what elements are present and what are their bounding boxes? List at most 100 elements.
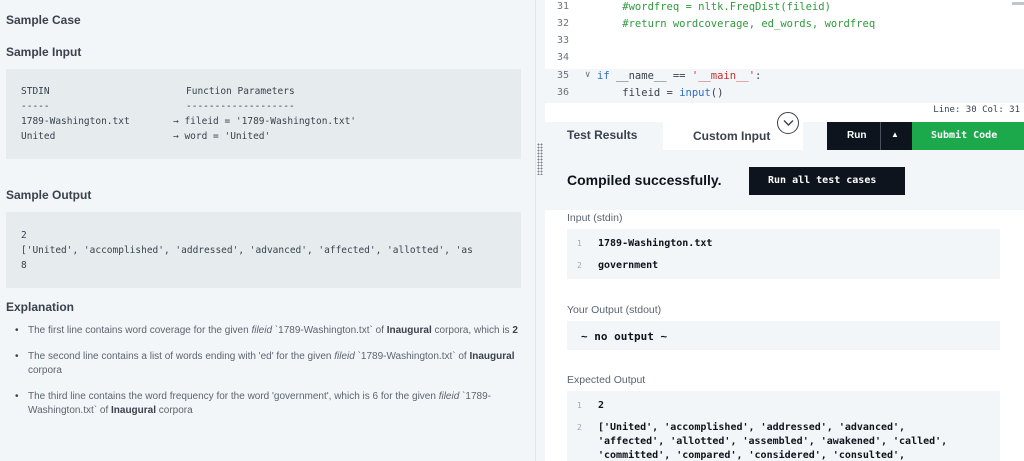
stdin-line: government: [598, 260, 659, 271]
tab-custom-input-label: Custom Input: [693, 129, 771, 143]
panel-divider: [535, 0, 545, 461]
run-button-divider: [880, 122, 881, 150]
sample-case-heading: Sample Case: [6, 13, 81, 27]
sample-output-line: 8: [21, 260, 27, 271]
compile-status-text: Compiled successfully.: [567, 172, 722, 188]
stdin-row-2: United: [21, 131, 56, 142]
line-number: 35: [557, 70, 570, 81]
compile-status-bar: Compiled successfully. Run all test case…: [545, 150, 1024, 210]
line-number: 36: [557, 87, 570, 98]
line-number: 2: [577, 423, 582, 432]
output-label: Your Output (stdout): [567, 304, 662, 316]
explanation-text: `1789-Washington.txt` of: [354, 351, 470, 362]
code-token: input: [679, 87, 711, 99]
code-token: fileid =: [597, 87, 680, 99]
params-underline: -------------------: [186, 101, 295, 112]
sample-output-line: 2: [21, 230, 27, 241]
run-button-label: Run: [847, 130, 867, 141]
stdin-underline: -----: [21, 101, 50, 112]
code-token: :: [755, 70, 762, 82]
input-label: Input (stdin): [567, 212, 623, 224]
results-panel: Input (stdin) 1 1789-Washington.txt 2 go…: [545, 210, 1024, 461]
bullet-icon: •: [15, 391, 19, 402]
explanation-heading: Explanation: [6, 300, 75, 314]
explanation-list: • The first line contains word coverage …: [6, 324, 521, 430]
expected-output-box: 1 2 2 ['United', 'accomplished', 'addres…: [567, 391, 1000, 461]
explanation-em: fileid: [251, 325, 273, 336]
bullet-icon: •: [15, 325, 19, 336]
editor-line[interactable]: 33: [545, 34, 1024, 51]
explanation-bold: Inaugural: [111, 405, 157, 416]
sample-output-block: 2 ['United', 'accomplished', 'addressed'…: [6, 212, 521, 288]
cursor-position-status: Line: 30 Col: 31: [933, 105, 1020, 115]
chevron-down-icon: [783, 120, 794, 126]
line-number: 2: [577, 261, 582, 270]
caret-up-icon[interactable]: ▲: [891, 130, 899, 139]
editor-line[interactable]: 35 ∨ if __name__ == '__main__':: [545, 69, 1024, 86]
explanation-bold: 2: [512, 325, 518, 336]
explanation-text: corpora: [28, 365, 62, 376]
editor-line[interactable]: 32 #return wordcoverage, ed_words, wordf…: [545, 17, 1024, 34]
explanation-text: The second line contains a list of words…: [28, 351, 335, 362]
explanation-text: The third line contains the word frequen…: [28, 391, 439, 402]
bullet-icon: •: [15, 351, 19, 362]
sample-output-line: ['United', 'accomplished', 'addressed', …: [21, 245, 473, 256]
explanation-bold: Inaugural: [386, 325, 432, 336]
code-token: __name__ ==: [615, 70, 692, 82]
explanation-text: corpora: [156, 405, 193, 416]
line-number: 1: [577, 239, 582, 248]
param-row-2: → word = 'United': [173, 131, 271, 142]
explanation-em: fileid: [334, 351, 355, 362]
run-all-tests-label: Run all test cases: [768, 175, 877, 186]
stdout-box: ~ no output ~: [567, 321, 1000, 350]
stdin-row-1: 1789-Washington.txt: [21, 116, 130, 127]
line-number: 34: [557, 52, 570, 63]
explanation-text: The first line contains word coverage fo…: [28, 325, 252, 336]
explanation-item: • The third line contains the word frequ…: [6, 390, 521, 418]
sample-output-heading: Sample Output: [6, 188, 92, 202]
resize-handle[interactable]: [537, 143, 543, 175]
stdin-line: 1789-Washington.txt: [598, 238, 713, 249]
code-text: fileid = input(): [597, 87, 723, 99]
stdin-box: 1 1789-Washington.txt 2 government: [567, 229, 1000, 279]
code-token: (): [710, 87, 724, 99]
expected-output-label: Expected Output: [567, 374, 646, 386]
code-editor[interactable]: 31 #wordfreq = nltk.FreqDist(fileid) 32 #…: [545, 0, 1024, 120]
submit-code-label: Submit Code: [931, 130, 998, 141]
sample-input-block: STDIN Function Parameters ----- --------…: [6, 69, 521, 159]
explanation-item: • The second line contains a list of wor…: [6, 350, 521, 378]
code-token: '__main__': [691, 70, 756, 82]
line-number: 31: [557, 1, 570, 12]
explanation-bold: Inaugural: [469, 351, 515, 362]
line-number: 1: [577, 401, 582, 410]
fold-chevron-icon[interactable]: ∨: [585, 70, 590, 80]
stdout-text: ~ no output ~: [581, 330, 668, 343]
explanation-text: `1789-Washington.txt` of: [272, 325, 387, 336]
params-header: Function Parameters: [186, 86, 295, 97]
submit-code-button[interactable]: Submit Code: [912, 122, 1024, 150]
problem-panel: Sample Case Sample Input STDIN Function …: [0, 0, 535, 461]
expected-line: 'committed', 'compared', 'considered', '…: [598, 450, 906, 461]
editor-line[interactable]: 34: [545, 51, 1024, 68]
collapse-toggle-button[interactable]: [777, 112, 799, 134]
sample-input-heading: Sample Input: [6, 45, 82, 59]
code-text: #wordfreq = nltk.FreqDist(fileid): [597, 1, 831, 13]
run-button[interactable]: Run ▲: [827, 122, 912, 150]
run-all-tests-button[interactable]: Run all test cases: [749, 167, 905, 195]
explanation-item: • The first line contains word coverage …: [6, 324, 521, 338]
line-number: 33: [557, 35, 570, 46]
param-row-1: → fileid = '1789-Washington.txt': [173, 116, 357, 127]
explanation-text: corpora, which is: [431, 325, 513, 336]
line-number: 32: [557, 18, 570, 29]
code-text: #return wordcoverage, ed_words, wordfreq: [597, 18, 875, 30]
editor-line[interactable]: 31 #wordfreq = nltk.FreqDist(fileid): [545, 0, 1024, 17]
explanation-em: fileid: [438, 391, 460, 402]
editor-line[interactable]: 36 fileid = input(): [545, 86, 1024, 103]
code-token: if: [597, 70, 616, 82]
expected-line: 'affected', 'allotted', 'assembled', 'aw…: [598, 436, 948, 447]
expected-line: 2: [598, 400, 605, 411]
code-text: if __name__ == '__main__':: [597, 70, 761, 82]
stdin-header: STDIN: [21, 86, 50, 97]
code-token: #wordfreq = nltk.FreqDist(fileid): [597, 1, 831, 13]
tab-test-results[interactable]: Test Results: [567, 128, 637, 142]
